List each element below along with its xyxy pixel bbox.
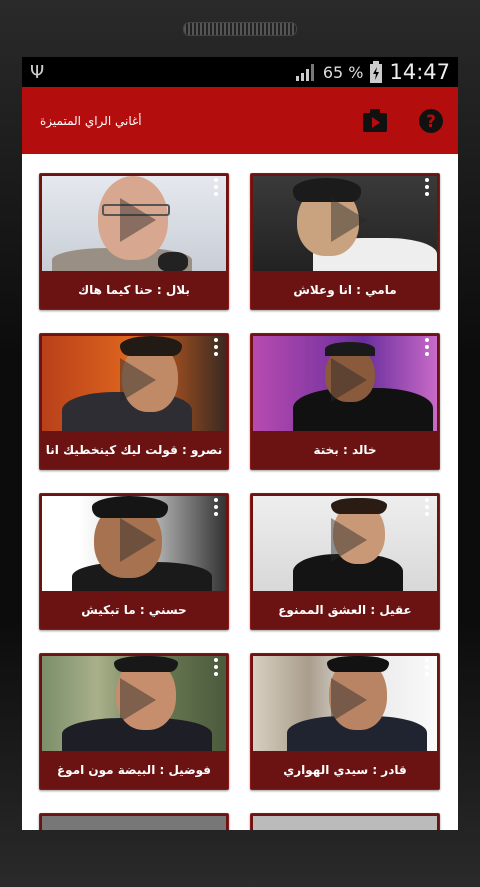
video-card[interactable]: حسني : ما تبكيش — [39, 493, 229, 630]
play-overlay-icon — [120, 678, 156, 722]
video-title: عقيل : العشق الممنوع — [278, 603, 412, 617]
more-vert-icon[interactable] — [214, 498, 220, 516]
more-vert-icon[interactable] — [425, 178, 431, 196]
video-thumbnail — [253, 176, 437, 271]
more-vert-icon[interactable] — [425, 498, 431, 516]
app-bar: أغاني الراي المتميزة ? — [22, 87, 458, 154]
more-vert-icon[interactable] — [214, 658, 220, 676]
video-card[interactable]: نصرو : قولت ليك كينخطيك انا — [39, 333, 229, 470]
video-card-partial[interactable] — [39, 813, 229, 830]
battery-charging-icon — [370, 61, 383, 83]
play-overlay-icon — [120, 518, 156, 562]
video-thumbnail — [42, 336, 226, 431]
more-vert-icon[interactable] — [214, 338, 220, 356]
video-title: قادر : سيدي الهواري — [283, 763, 407, 777]
video-title: حسني : ما تبكيش — [81, 603, 187, 617]
more-vert-icon[interactable] — [214, 178, 220, 196]
usb-icon: Ψ — [30, 61, 45, 83]
more-vert-icon[interactable] — [425, 658, 431, 676]
phone-frame: Ψ 65 % 14:47 أغاني الراي المتميزة ? مامي… — [0, 0, 480, 887]
video-card[interactable]: فوضيل : البيضة مون اموغ — [39, 653, 229, 790]
clock: 14:47 — [389, 60, 450, 84]
video-thumbnail — [253, 496, 437, 591]
video-card[interactable]: مامي : انا وعلاش — [250, 173, 440, 310]
video-thumbnail — [42, 656, 226, 751]
video-thumbnail — [42, 176, 226, 271]
play-overlay-icon — [331, 198, 367, 242]
video-card[interactable]: بلال : حنا كيما هاك — [39, 173, 229, 310]
video-card-partial[interactable] — [250, 813, 440, 830]
video-thumbnail — [253, 656, 437, 751]
play-overlay-icon — [120, 198, 156, 242]
more-vert-icon[interactable] — [425, 338, 431, 356]
svg-text:?: ? — [426, 112, 436, 132]
video-thumbnail — [42, 496, 226, 591]
video-thumbnail — [253, 336, 437, 431]
signal-icon — [295, 64, 314, 81]
app-title: أغاني الراي المتميزة — [40, 113, 142, 128]
screen: Ψ 65 % 14:47 أغاني الراي المتميزة ? مامي… — [22, 57, 458, 830]
video-play-icon[interactable] — [362, 108, 388, 133]
video-card[interactable]: قادر : سيدي الهواري — [250, 653, 440, 790]
video-thumbnail — [42, 816, 226, 830]
play-overlay-icon — [331, 358, 367, 402]
video-title: مامي : انا وعلاش — [293, 283, 397, 297]
video-card[interactable]: عقيل : العشق الممنوع — [250, 493, 440, 630]
phone-speaker — [183, 22, 297, 36]
video-thumbnail — [253, 816, 437, 830]
play-overlay-icon — [331, 678, 367, 722]
status-bar: Ψ 65 % 14:47 — [22, 57, 458, 87]
video-title: نصرو : قولت ليك كينخطيك انا — [45, 443, 223, 457]
play-overlay-icon — [120, 358, 156, 402]
video-title: خالد : بختة — [313, 443, 377, 457]
video-title: فوضيل : البيضة مون اموغ — [56, 763, 212, 777]
play-overlay-icon — [331, 518, 367, 562]
help-icon[interactable]: ? — [418, 108, 444, 134]
video-title: بلال : حنا كيما هاك — [78, 283, 190, 297]
video-card[interactable]: خالد : بختة — [250, 333, 440, 470]
battery-percent: 65 % — [322, 62, 364, 82]
